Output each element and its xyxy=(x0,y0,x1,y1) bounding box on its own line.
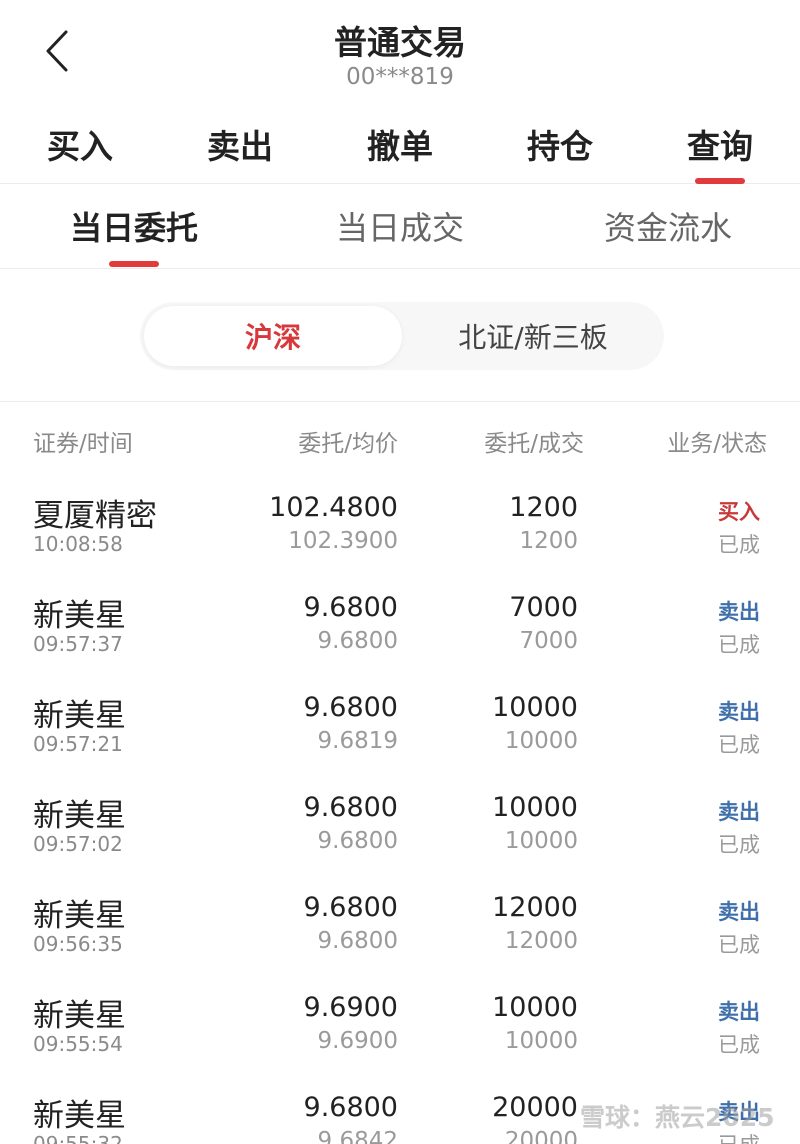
order-row[interactable]: 新美星 09:57:02 9.6800 9.6800 10000 10000 卖… xyxy=(0,772,800,872)
order-price: 9.6900 xyxy=(303,992,398,1023)
filled-quantity: 1200 xyxy=(519,528,578,554)
filled-quantity: 10000 xyxy=(504,1028,578,1054)
order-price: 9.6800 xyxy=(303,592,398,623)
security-name: 新美星 xyxy=(33,798,126,834)
order-row[interactable]: 新美星 09:57:21 9.6800 9.6819 10000 10000 卖… xyxy=(0,672,800,772)
order-status: 已成 xyxy=(718,1033,760,1057)
order-row[interactable]: 新美星 09:55:54 9.6900 9.6900 10000 10000 卖… xyxy=(0,972,800,1072)
average-price: 9.6800 xyxy=(317,628,398,654)
order-time: 09:55:32 xyxy=(33,1132,123,1144)
tab-query[interactable]: 查询 xyxy=(660,120,780,168)
order-price: 9.6800 xyxy=(303,1092,398,1123)
order-quantity: 12000 xyxy=(492,892,578,923)
column-price: 委托/均价 xyxy=(298,431,398,457)
column-quantity: 委托/成交 xyxy=(484,431,584,457)
order-price: 9.6800 xyxy=(303,792,398,823)
tab-cancel[interactable]: 撤单 xyxy=(340,120,460,168)
column-security-time: 证券/时间 xyxy=(33,431,133,457)
account-number: 00***819 xyxy=(346,64,454,90)
order-type: 卖出 xyxy=(718,700,760,724)
order-type: 卖出 xyxy=(718,900,760,924)
watermark: 雪球：燕云2025 xyxy=(580,1103,775,1132)
order-quantity: 20000 xyxy=(492,1092,578,1123)
filled-quantity: 20000 xyxy=(504,1128,578,1144)
order-type: 卖出 xyxy=(718,600,760,624)
tab-sell[interactable]: 卖出 xyxy=(180,120,300,168)
order-row[interactable]: 新美星 09:57:37 9.6800 9.6800 7000 7000 卖出 … xyxy=(0,572,800,672)
order-time: 09:55:54 xyxy=(33,1032,123,1056)
subtab-fund-flow[interactable]: 资金流水 xyxy=(568,203,768,249)
order-quantity: 10000 xyxy=(492,992,578,1023)
order-status: 已成 xyxy=(718,633,760,657)
subtab-today-orders[interactable]: 当日委托 xyxy=(34,203,234,249)
order-time: 09:56:35 xyxy=(33,932,123,956)
order-time: 09:57:37 xyxy=(33,632,123,656)
average-price: 9.6800 xyxy=(317,928,398,954)
market-toggle: 沪深 北证/新三板 xyxy=(140,302,664,370)
average-price: 9.6819 xyxy=(317,728,398,754)
table-header: 证券/时间 委托/均价 委托/成交 业务/状态 xyxy=(0,402,800,472)
security-name: 新美星 xyxy=(33,698,126,734)
tab-positions[interactable]: 持仓 xyxy=(500,120,620,168)
order-type: 买入 xyxy=(718,500,760,524)
order-price: 102.4800 xyxy=(269,492,398,523)
order-status: 已成 xyxy=(718,733,760,757)
filled-quantity: 7000 xyxy=(519,628,578,654)
order-price: 9.6800 xyxy=(303,892,398,923)
security-name: 新美星 xyxy=(33,998,126,1034)
order-type: 卖出 xyxy=(718,1000,760,1024)
security-name: 夏厦精密 xyxy=(33,498,157,534)
order-quantity: 10000 xyxy=(492,692,578,723)
filled-quantity: 10000 xyxy=(504,828,578,854)
order-quantity: 7000 xyxy=(509,592,578,623)
order-row[interactable]: 夏厦精密 10:08:58 102.4800 102.3900 1200 120… xyxy=(0,472,800,572)
order-status: 已成 xyxy=(718,933,760,957)
market-toggle-area: 沪深 北证/新三板 xyxy=(0,270,800,402)
order-quantity: 10000 xyxy=(492,792,578,823)
average-price: 102.3900 xyxy=(288,528,398,554)
market-option-sh-sz[interactable]: 沪深 xyxy=(142,316,404,356)
security-name: 新美星 xyxy=(33,598,126,634)
order-quantity: 1200 xyxy=(509,492,578,523)
order-row[interactable]: 新美星 09:56:35 9.6800 9.6800 12000 12000 卖… xyxy=(0,872,800,972)
order-status: 已成 xyxy=(718,833,760,857)
query-subtabs: 当日委托 当日成交 资金流水 xyxy=(0,185,800,269)
tab-buy[interactable]: 买入 xyxy=(20,120,140,168)
order-status: 已成 xyxy=(718,533,760,557)
average-price: 9.6842 xyxy=(317,1128,398,1144)
security-name: 新美星 xyxy=(33,898,126,934)
page-title: 普通交易 xyxy=(334,23,466,62)
nav-header: 普通交易 00***819 xyxy=(0,0,800,100)
average-price: 9.6800 xyxy=(317,828,398,854)
order-time: 09:57:21 xyxy=(33,732,123,756)
order-time: 09:57:02 xyxy=(33,832,123,856)
average-price: 9.6900 xyxy=(317,1028,398,1054)
security-name: 新美星 xyxy=(33,1098,126,1134)
order-time: 10:08:58 xyxy=(33,532,123,556)
order-type: 卖出 xyxy=(718,800,760,824)
active-tab-indicator xyxy=(695,178,745,184)
subtab-today-trades[interactable]: 当日成交 xyxy=(300,203,500,249)
column-type-status: 业务/状态 xyxy=(667,431,767,457)
order-price: 9.6800 xyxy=(303,692,398,723)
active-subtab-indicator xyxy=(109,261,159,267)
trade-tabs: 买入 卖出 撤单 持仓 查询 xyxy=(0,112,800,184)
filled-quantity: 12000 xyxy=(504,928,578,954)
filled-quantity: 10000 xyxy=(504,728,578,754)
market-option-bse-neeq[interactable]: 北证/新三板 xyxy=(402,316,664,356)
